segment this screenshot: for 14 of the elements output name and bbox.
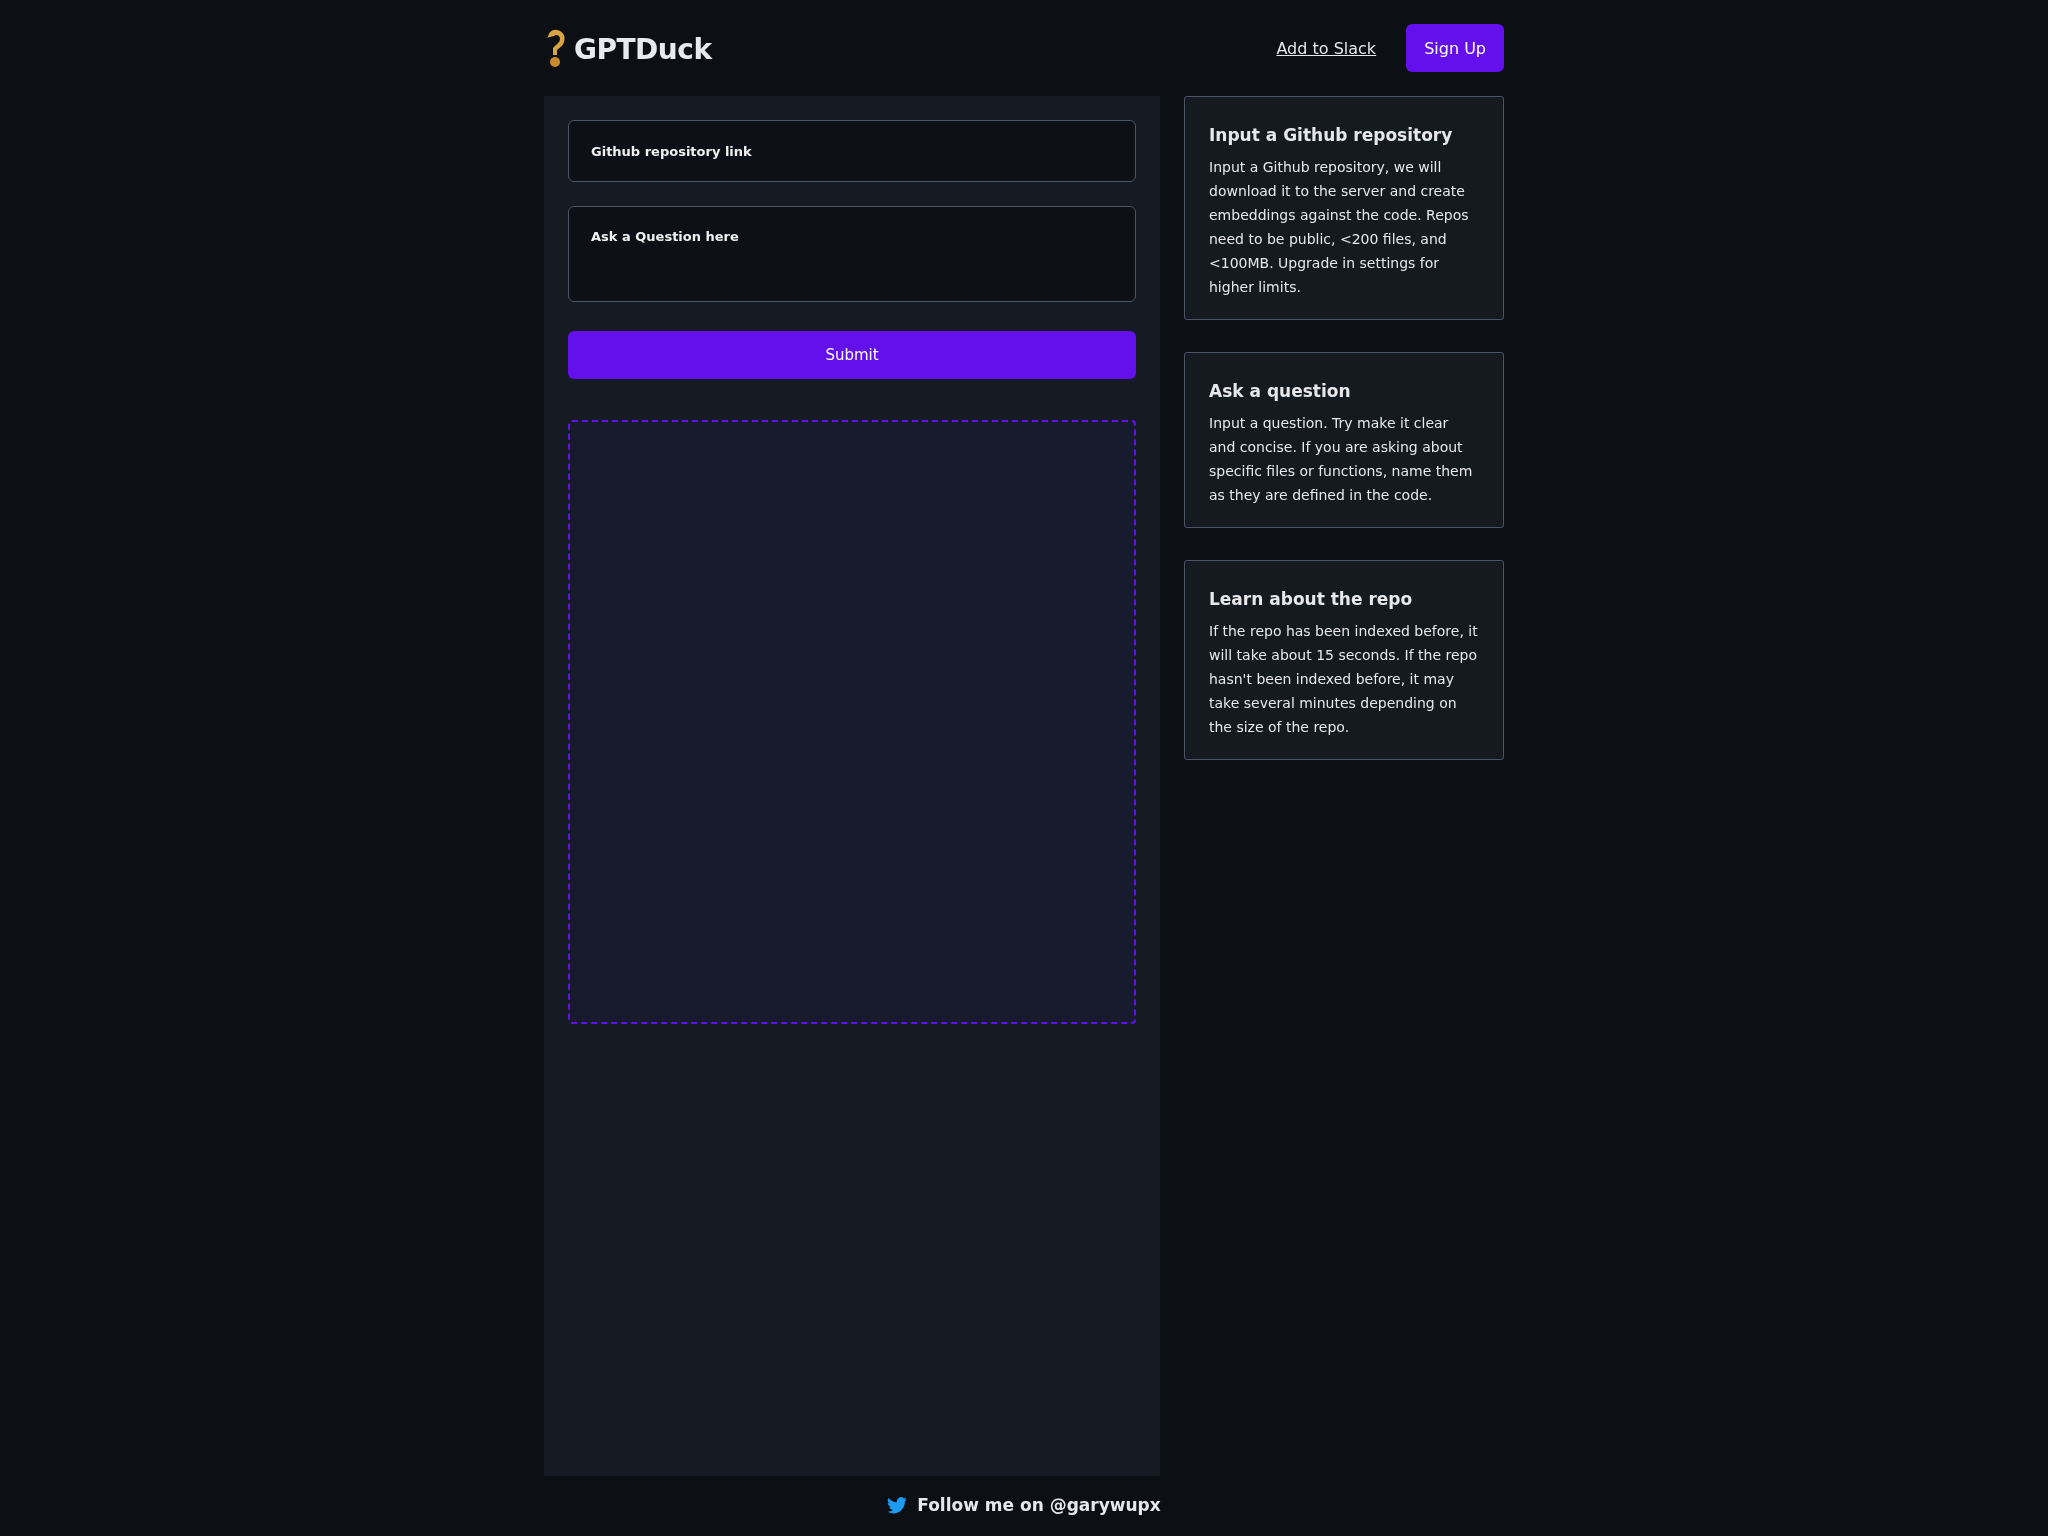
card-text: If the repo has been indexed before, it will take about 15 seconds. If the repo hasn't been indexed before, it may take several minutes depending on the size of the repo. [1209, 622, 1479, 737]
card-title: Learn about the repo [1209, 589, 1414, 609]
bird-icon [887, 1496, 908, 1514]
sign-up-button[interactable]: Sign Up [1406, 24, 1504, 72]
repo-link-field[interactable]: Github repository link [568, 120, 1136, 182]
brand-name: GPTDuck [574, 32, 712, 66]
card-text: Input a Github repository, we will download it to the server and create embeddings against the code. Repos need to be public, <200 files, and <100MB. Upgrade in settings for higher limits. [1209, 158, 1470, 297]
add-to-slack-link[interactable]: Add to Slack [1276, 38, 1377, 58]
submit-button[interactable]: Submit [568, 331, 1136, 379]
card-title: Input a Github repository [1209, 125, 1454, 145]
card-text: Input a question. Try make it clear and concise. If you are asking about specific files or functions, name them as they are defined in the code. [1209, 414, 1474, 505]
question-field[interactable]: Ask a Question here [568, 206, 1136, 302]
card-title: Ask a question [1209, 381, 1352, 401]
follow-text[interactable]: Follow me on @garywupx [917, 1495, 1161, 1515]
